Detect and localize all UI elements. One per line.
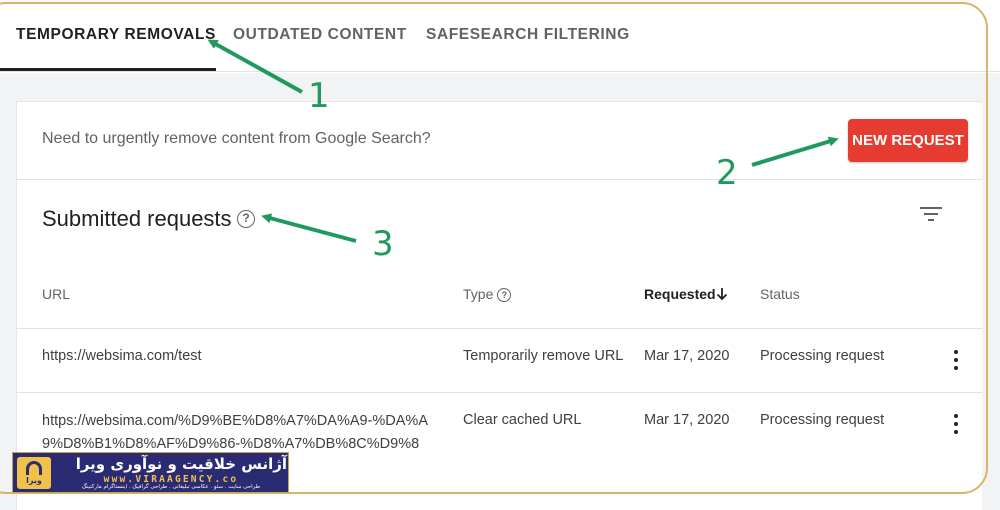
new-request-prompt: Need to urgently remove content from Goo… bbox=[42, 130, 431, 147]
tab-bar: TEMPORARY REMOVALS OUTDATED CONTENT SAFE… bbox=[0, 0, 1000, 72]
annotation-number-3: 3 bbox=[372, 224, 394, 264]
filter-icon[interactable] bbox=[920, 207, 942, 223]
sort-descending-icon[interactable] bbox=[715, 286, 729, 302]
table-row-status: Processing request bbox=[760, 348, 885, 364]
column-header-url: URL bbox=[42, 286, 71, 302]
more-options-icon[interactable] bbox=[953, 350, 959, 372]
column-header-type: Type? bbox=[463, 286, 512, 302]
logo-emblem-icon: ویرا bbox=[17, 457, 51, 489]
section-title: Submitted requests bbox=[42, 206, 232, 231]
new-request-button[interactable]: NEW REQUEST bbox=[848, 119, 968, 162]
annotation-number-1: 1 bbox=[308, 76, 330, 116]
divider bbox=[16, 179, 982, 180]
table-row-type: Clear cached URL bbox=[463, 412, 582, 428]
table-row-status: Processing request bbox=[760, 412, 885, 428]
logo-title: آژانس خلاقیت و نوآوری ویرا bbox=[75, 455, 287, 473]
logo-emblem-text: ویرا bbox=[26, 476, 42, 485]
table-row-type: Temporarily remove URL bbox=[463, 348, 624, 364]
help-icon[interactable]: ? bbox=[237, 210, 255, 228]
logo-subtitle: طراحی سایت . سئو . عکاسی تبلیغاتی . طراح… bbox=[81, 484, 261, 490]
active-tab-indicator bbox=[0, 68, 216, 71]
more-options-icon[interactable] bbox=[953, 414, 959, 436]
column-header-status: Status bbox=[760, 286, 800, 302]
divider bbox=[16, 328, 982, 329]
type-help-icon[interactable]: ? bbox=[497, 288, 512, 302]
annotation-number-2: 2 bbox=[716, 153, 738, 193]
column-header-type-label: Type bbox=[463, 286, 494, 302]
screenshot-frame: TEMPORARY REMOVALS OUTDATED CONTENT SAFE… bbox=[0, 0, 1000, 510]
column-header-requested[interactable]: Requested bbox=[644, 286, 716, 302]
tab-safesearch-filtering[interactable]: SAFESEARCH FILTERING bbox=[426, 26, 630, 44]
tab-temporary-removals[interactable]: TEMPORARY REMOVALS bbox=[16, 26, 216, 44]
tab-outdated-content[interactable]: OUTDATED CONTENT bbox=[233, 26, 407, 44]
table-row-requested: Mar 17, 2020 bbox=[644, 412, 730, 428]
agency-logo: ویرا آژانس خلاقیت و نوآوری ویرا www.VIRA… bbox=[12, 452, 289, 493]
table-row-url[interactable]: https://websima.com/test bbox=[42, 348, 202, 364]
table-row-requested: Mar 17, 2020 bbox=[644, 348, 730, 364]
divider bbox=[16, 392, 982, 393]
